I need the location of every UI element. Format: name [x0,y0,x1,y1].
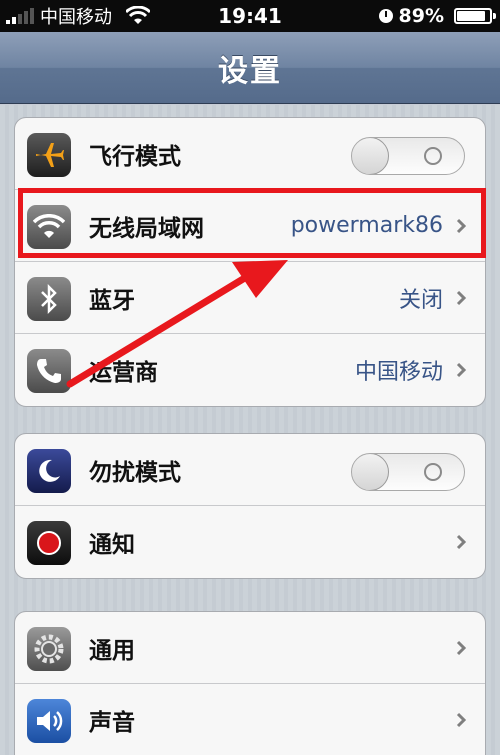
annotation-arrow [66,260,288,388]
